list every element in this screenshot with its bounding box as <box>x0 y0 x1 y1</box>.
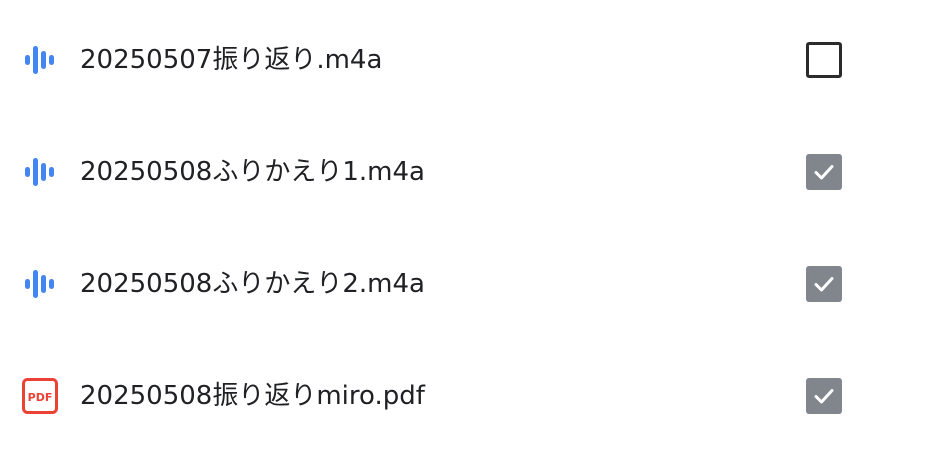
audio-waveform-icon <box>22 154 58 190</box>
file-row[interactable]: PDF 20250508振り返りmiro.pdf <box>0 340 928 452</box>
pdf-icon-label: PDF <box>28 391 53 404</box>
checkmark-icon <box>814 277 834 292</box>
select-checkbox[interactable] <box>806 266 842 302</box>
file-name: 20250507振り返り.m4a <box>80 45 383 75</box>
file-name: 20250508振り返りmiro.pdf <box>80 381 425 411</box>
audio-waveform-icon <box>22 266 58 302</box>
file-row[interactable]: 20250507振り返り.m4a <box>0 4 928 116</box>
file-row[interactable]: 20250508ふりかえり2.m4a <box>0 228 928 340</box>
audio-waveform-icon <box>22 42 58 78</box>
select-checkbox[interactable] <box>806 154 842 190</box>
file-row[interactable]: 20250508ふりかえり1.m4a <box>0 116 928 228</box>
select-checkbox[interactable] <box>806 378 842 414</box>
checkmark-icon <box>814 389 834 404</box>
select-checkbox[interactable] <box>806 42 842 78</box>
pdf-icon: PDF <box>22 378 58 414</box>
checkmark-icon <box>814 165 834 180</box>
file-list: 20250507振り返り.m4a 20250508ふりかえり1.m4a 2025… <box>0 0 928 464</box>
file-name: 20250508ふりかえり1.m4a <box>80 157 425 187</box>
file-name: 20250508ふりかえり2.m4a <box>80 269 425 299</box>
